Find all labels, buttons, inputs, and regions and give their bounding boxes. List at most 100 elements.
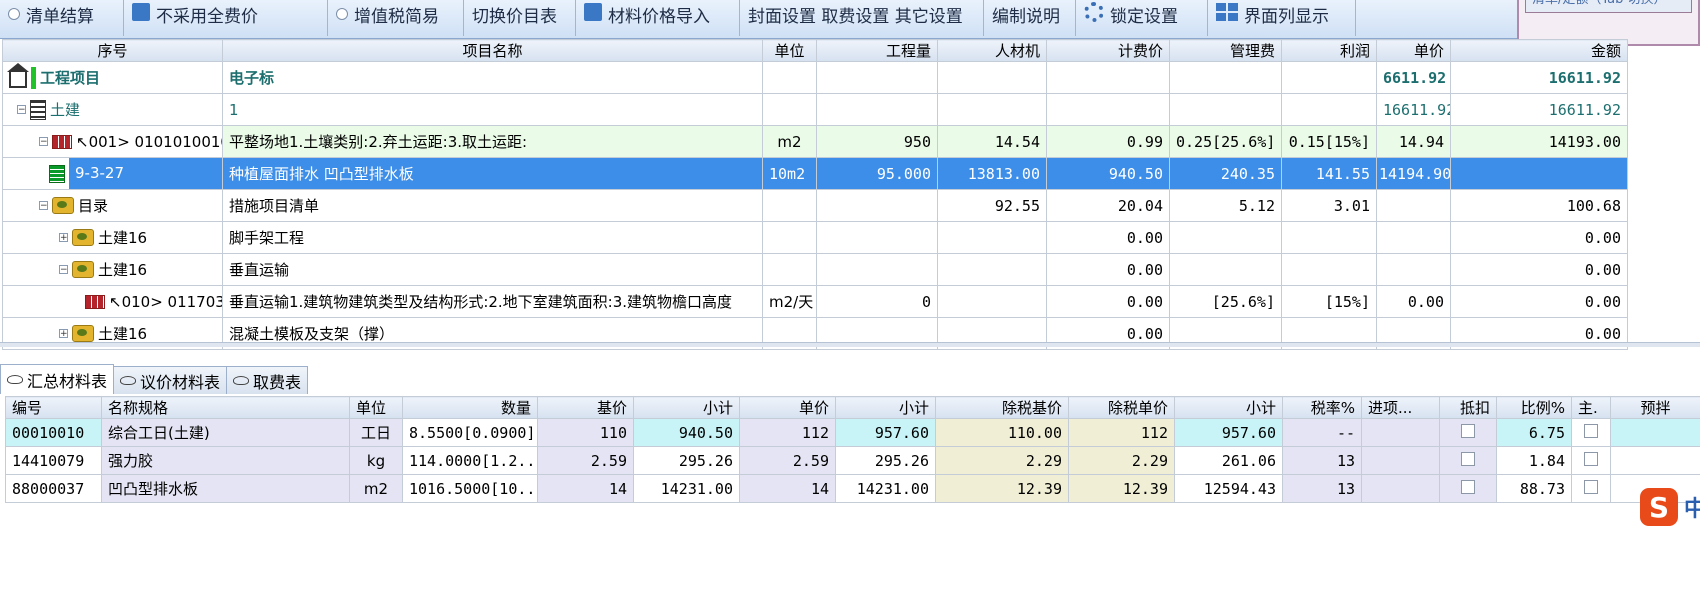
row-amount[interactable]: 16611.92	[1450, 93, 1628, 126]
row-unit[interactable]	[762, 189, 817, 222]
mat-qty[interactable]: 8.5500[0.0900]	[402, 418, 538, 447]
row-price[interactable]	[1376, 221, 1451, 254]
col-header[interactable]: 利润	[1281, 39, 1377, 62]
row-qty[interactable]	[816, 93, 938, 126]
col-header[interactable]: 预拌	[1610, 396, 1700, 419]
col-header[interactable]: 基价	[537, 396, 634, 419]
mat-code[interactable]: 14410079	[5, 446, 102, 475]
mat-sub1[interactable]: 14231.00	[633, 474, 740, 503]
mat-tax[interactable]: 13	[1282, 474, 1362, 503]
tab-negotiated-materials[interactable]: 议价材料表	[113, 366, 228, 394]
material-price-import-button[interactable]: 材料价格导入	[576, 0, 740, 36]
row-amount[interactable]: 16611.92	[1450, 61, 1628, 94]
row-jfj[interactable]: 0.00	[1046, 253, 1170, 286]
quanfeijia-button[interactable]: 不采用全费价	[124, 0, 328, 36]
collapse-icon[interactable]: −	[39, 201, 48, 211]
mat-price[interactable]: 112	[739, 418, 836, 447]
mat-name[interactable]: 强力胶	[101, 446, 350, 475]
row-code-cell[interactable]: − 土建16	[2, 253, 223, 286]
row-rcj[interactable]	[937, 285, 1047, 318]
row-name[interactable]: 1	[222, 93, 763, 126]
row-price[interactable]: 16611.92	[1376, 93, 1451, 126]
row-jfj[interactable]	[1046, 61, 1170, 94]
row-jfj[interactable]: 940.50	[1046, 157, 1170, 190]
mat-base[interactable]: 14	[537, 474, 634, 503]
col-header[interactable]: 金额	[1450, 39, 1628, 62]
row-price[interactable]	[1376, 189, 1451, 222]
table-row[interactable]: − 目录 措施项目清单 92.55 20.04 5.12 3.01 100.68	[2, 189, 1628, 222]
mat-qty[interactable]: 1016.5000[10...	[402, 474, 538, 503]
row-qty[interactable]	[816, 253, 938, 286]
row-name[interactable]: 脚手架工程	[222, 221, 763, 254]
row-lr[interactable]	[1281, 61, 1377, 94]
pane-splitter[interactable]	[0, 342, 1700, 347]
row-lr[interactable]: 141.55	[1281, 157, 1377, 190]
mat-ratio[interactable]: 1.84	[1496, 446, 1572, 475]
deduct-checkbox[interactable]	[1461, 451, 1475, 466]
row-rcj[interactable]	[937, 93, 1047, 126]
row-glf[interactable]	[1169, 61, 1282, 94]
mat-price[interactable]: 14	[739, 474, 836, 503]
col-header[interactable]: 单价	[1376, 39, 1451, 62]
expand-icon[interactable]: +	[59, 233, 68, 243]
row-name[interactable]: 措施项目清单	[222, 189, 763, 222]
row-code-cell[interactable]: 9-3-27	[2, 157, 223, 190]
bianzhi-shuoming-button[interactable]: 编制说明	[984, 0, 1076, 36]
mat-jx[interactable]	[1361, 418, 1440, 447]
col-header[interactable]: 名称规格	[101, 396, 350, 419]
row-unit[interactable]	[762, 253, 817, 286]
expand-icon[interactable]: +	[59, 329, 68, 339]
col-header[interactable]: 除税单价	[1068, 396, 1175, 419]
mat-premix[interactable]	[1610, 418, 1700, 447]
mat-nt-price[interactable]: 12.39	[1068, 474, 1175, 503]
row-name[interactable]: 平整场地1.土壤类别:2.弃土运距:3.取土运距:	[222, 125, 763, 158]
row-code-cell[interactable]: − 目录	[2, 189, 223, 222]
main-checkbox[interactable]	[1584, 451, 1598, 466]
qingdan-jiesuan-radio[interactable]: 清单结算	[0, 0, 124, 36]
table-row[interactable]: − 土建 1 16611.92 16611.92	[2, 93, 1628, 126]
col-header[interactable]: 抵扣	[1439, 396, 1497, 419]
row-unit[interactable]	[762, 61, 817, 94]
col-header[interactable]: 管理费	[1169, 39, 1282, 62]
col-header[interactable]: 项目名称	[222, 39, 763, 62]
col-header[interactable]: 单位	[762, 39, 817, 62]
col-header[interactable]: 除税基价	[935, 396, 1069, 419]
mat-nt-price[interactable]: 2.29	[1068, 446, 1175, 475]
row-unit[interactable]: m2/天	[762, 285, 817, 318]
row-rcj[interactable]: 92.55	[937, 189, 1047, 222]
mat-sub3[interactable]: 261.06	[1174, 446, 1283, 475]
mat-qty[interactable]: 114.0000[1.2...	[402, 446, 538, 475]
row-unit[interactable]	[762, 221, 817, 254]
table-row[interactable]: − ↖001> 010101001001 平整场地1.土壤类别:2.弃土运距:3.…	[2, 125, 1628, 158]
row-rcj[interactable]	[937, 221, 1047, 254]
col-header[interactable]: 计费价	[1046, 39, 1170, 62]
row-jfj[interactable]: 0.00	[1046, 285, 1170, 318]
row-qty[interactable]: 95.000	[816, 157, 938, 190]
col-header[interactable]: 小计	[1174, 396, 1283, 419]
mat-nt-base[interactable]: 110.00	[935, 418, 1069, 447]
col-header[interactable]: 工程量	[816, 39, 938, 62]
row-glf[interactable]	[1169, 93, 1282, 126]
row-amount[interactable]	[1450, 157, 1628, 190]
col-header[interactable]: 主.	[1571, 396, 1611, 419]
row-lr[interactable]: [15%]	[1281, 285, 1377, 318]
row-lr[interactable]: 3.01	[1281, 189, 1377, 222]
col-header[interactable]: 进项...	[1361, 396, 1440, 419]
row-qty[interactable]: 0	[816, 285, 938, 318]
row-qty[interactable]	[816, 221, 938, 254]
deduct-checkbox[interactable]	[1461, 423, 1475, 438]
row-code-cell[interactable]: ↖010> 011703	[2, 285, 223, 318]
mat-nt-base[interactable]: 2.29	[935, 446, 1069, 475]
mat-sub1[interactable]: 940.50	[633, 418, 740, 447]
row-jfj[interactable]: 0.99	[1046, 125, 1170, 158]
row-rcj[interactable]	[937, 61, 1047, 94]
mat-jx[interactable]	[1361, 474, 1440, 503]
row-name[interactable]: 种植屋面排水 凹凸型排水板	[222, 157, 763, 190]
mat-tax[interactable]: --	[1282, 418, 1362, 447]
collapse-icon[interactable]: −	[39, 137, 48, 147]
main-checkbox[interactable]	[1584, 423, 1598, 438]
mat-base[interactable]: 110	[537, 418, 634, 447]
row-amount[interactable]: 0.00	[1450, 253, 1628, 286]
column-display-button[interactable]: 界面列显示	[1208, 0, 1356, 36]
row-unit[interactable]: 10m2	[762, 157, 817, 190]
